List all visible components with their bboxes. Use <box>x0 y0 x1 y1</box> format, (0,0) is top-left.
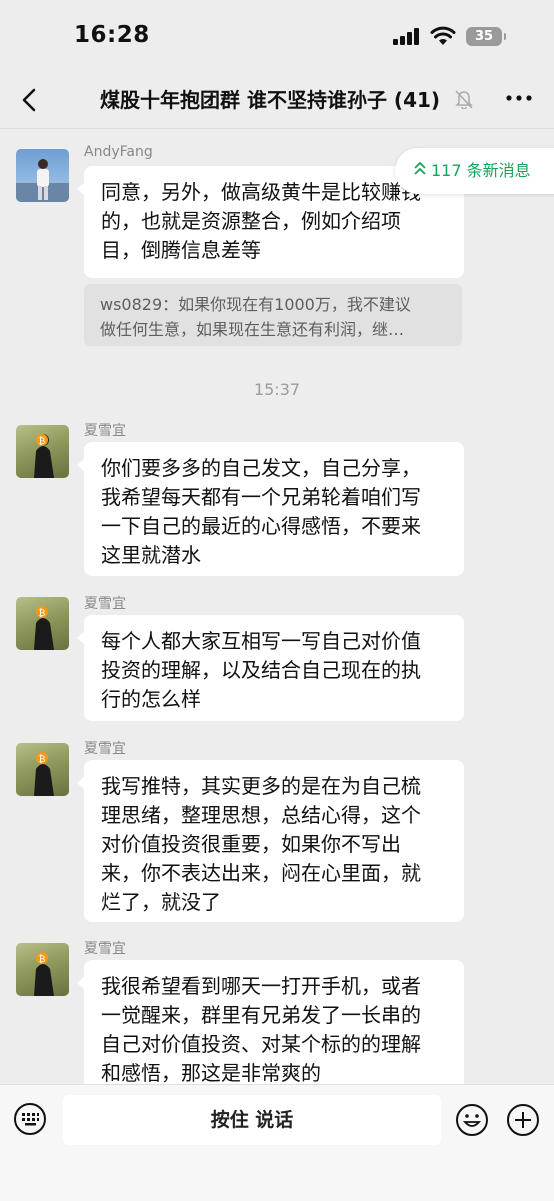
chat-title: 煤股十年抱团群 谁不坚持谁孙子 (41) <box>100 88 441 112</box>
avatar[interactable]: ₿ <box>16 597 69 650</box>
battery-icon: 35 <box>466 27 506 46</box>
wifi-icon <box>430 26 456 45</box>
person-photo-icon: ₿ <box>34 434 54 478</box>
status-bar: 16:28 35 <box>0 0 554 72</box>
avatar[interactable]: ₿ <box>16 425 69 478</box>
new-messages-button[interactable]: 117 条新消息 <box>395 148 554 194</box>
person-photo-icon <box>16 159 69 202</box>
person-photo-icon: ₿ <box>34 606 54 650</box>
avatar[interactable]: ₿ <box>16 943 69 996</box>
emoji-icon[interactable] <box>454 1102 490 1138</box>
message-list[interactable]: AndyFang 同意，另外，做高级黄牛是比较赚钱 的，也就是资源整合，例如介绍… <box>0 129 554 1084</box>
sender-name: AndyFang <box>84 144 153 160</box>
sender-name: 夏雪宜 <box>84 423 126 439</box>
svg-text:₿: ₿ <box>39 754 46 765</box>
avatar[interactable] <box>16 149 69 202</box>
person-photo-icon: ₿ <box>34 752 54 796</box>
double-chevron-up-icon <box>414 161 426 175</box>
keyboard-icon[interactable] <box>13 1102 47 1136</box>
svg-text:₿: ₿ <box>39 608 46 619</box>
sender-name: 夏雪宜 <box>84 741 126 757</box>
cellular-signal-icon <box>393 28 419 45</box>
person-photo-icon: ₿ <box>34 952 54 996</box>
sender-name: 夏雪宜 <box>84 941 126 957</box>
message-bubble[interactable]: 我写推特，其实更多的是在为自己梳 理思绪，整理思想，总结心得，这个 对价值投资很… <box>77 760 464 922</box>
svg-text:₿: ₿ <box>39 436 46 447</box>
back-chevron-icon[interactable] <box>14 82 44 118</box>
sender-name: 夏雪宜 <box>84 596 126 612</box>
add-icon[interactable] <box>505 1102 541 1138</box>
muted-bell-icon <box>455 90 473 109</box>
hold-to-talk-button[interactable]: 按住 说话 <box>63 1095 441 1145</box>
message-bubble[interactable]: 你们要多多的自己发文，自己分享， 我希望每天都有一个兄弟轮着咱们写 一下自己的最… <box>77 442 464 576</box>
more-options-icon[interactable] <box>504 86 534 110</box>
input-bar: 按住 说话 <box>0 1084 554 1201</box>
new-messages-label: 117 条新消息 <box>431 161 531 180</box>
time-separator: 15:37 <box>253 380 301 399</box>
status-time: 16:28 <box>74 22 150 48</box>
message-bubble[interactable]: 每个人都大家互相写一写自己对价值 投资的理解，以及结合自己现在的执 行的怎么样 <box>77 615 464 721</box>
quoted-message[interactable]: ws0829：如果你现在有1000万，我不建议 做任何生意，如果现在生意还有利润… <box>84 284 462 346</box>
avatar[interactable]: ₿ <box>16 743 69 796</box>
chat-header: 煤股十年抱团群 谁不坚持谁孙子 (41) <box>0 72 554 129</box>
message-bubble[interactable]: 我很希望看到哪天一打开手机，或者 一觉醒来，群里有兄弟发了一长串的 自己对价值投… <box>77 960 464 1084</box>
svg-text:₿: ₿ <box>39 954 46 965</box>
